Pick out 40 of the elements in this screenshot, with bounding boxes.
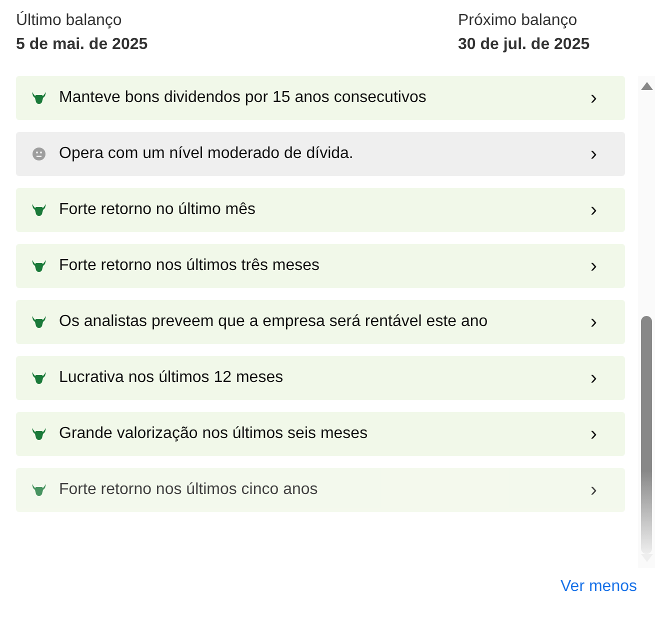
insight-text: Grande valorização nos últimos seis meses bbox=[59, 425, 369, 443]
last-earnings-date: 5 de mai. de 2025 bbox=[16, 36, 148, 54]
bull-icon bbox=[31, 427, 47, 441]
bull-icon bbox=[31, 315, 47, 329]
insight-row[interactable]: Forte retorno nos últimos cinco anos › bbox=[16, 468, 625, 512]
neutral-face-icon bbox=[31, 147, 47, 161]
insight-text: Manteve bons dividendos por 15 anos consecutivos bbox=[59, 89, 428, 107]
insight-row[interactable]: Manteve bons dividendos por 15 anos consecutivos › bbox=[16, 76, 625, 120]
insight-text: Opera com um nível moderado de dívida. bbox=[59, 145, 354, 163]
bull-icon bbox=[31, 203, 47, 217]
bull-icon bbox=[31, 371, 47, 385]
bull-icon bbox=[31, 259, 47, 273]
chevron-icon: › bbox=[590, 368, 597, 388]
chevron-icon: › bbox=[590, 200, 597, 220]
chevron-icon: › bbox=[590, 144, 597, 164]
insight-row[interactable]: Os analistas preveem que a empresa será rentável este ano › bbox=[16, 300, 625, 344]
insight-text: Forte retorno nos últimos cinco anos bbox=[59, 481, 319, 499]
insight-text: Forte retorno nos últimos três meses bbox=[59, 257, 321, 275]
chevron-icon: › bbox=[590, 256, 597, 276]
scrollbar-thumb[interactable] bbox=[641, 316, 652, 554]
see-less-link[interactable]: Ver menos bbox=[560, 578, 637, 596]
last-earnings-label: Último balanço bbox=[16, 12, 123, 30]
next-earnings-label: Próximo balanço bbox=[458, 12, 578, 30]
insight-row[interactable]: Forte retorno nos últimos três meses › bbox=[16, 244, 625, 288]
bull-icon bbox=[31, 91, 47, 105]
insight-text: Lucrativa nos últimos 12 meses bbox=[59, 369, 284, 387]
chevron-icon: › bbox=[590, 312, 597, 332]
insight-text: Forte retorno no último mês bbox=[59, 201, 257, 219]
insight-row[interactable]: Lucrativa nos últimos 12 meses › bbox=[16, 356, 625, 400]
scroll-up-icon[interactable] bbox=[640, 82, 652, 90]
chevron-icon: › bbox=[590, 480, 597, 500]
bull-icon bbox=[31, 483, 47, 497]
insight-text: Os analistas preveem que a empresa será rentável este ano bbox=[59, 313, 489, 331]
chevron-icon: › bbox=[590, 88, 597, 108]
chevron-icon: › bbox=[590, 424, 597, 444]
insight-row[interactable]: Forte retorno no último mês › bbox=[16, 188, 625, 232]
insight-row[interactable]: Grande valorização nos últimos seis meses › bbox=[16, 412, 625, 456]
insight-row[interactable]: Opera com um nível moderado de dívida. › bbox=[16, 132, 625, 176]
next-earnings-date: 30 de jul. de 2025 bbox=[458, 36, 591, 54]
scrollbar[interactable] bbox=[638, 76, 655, 568]
